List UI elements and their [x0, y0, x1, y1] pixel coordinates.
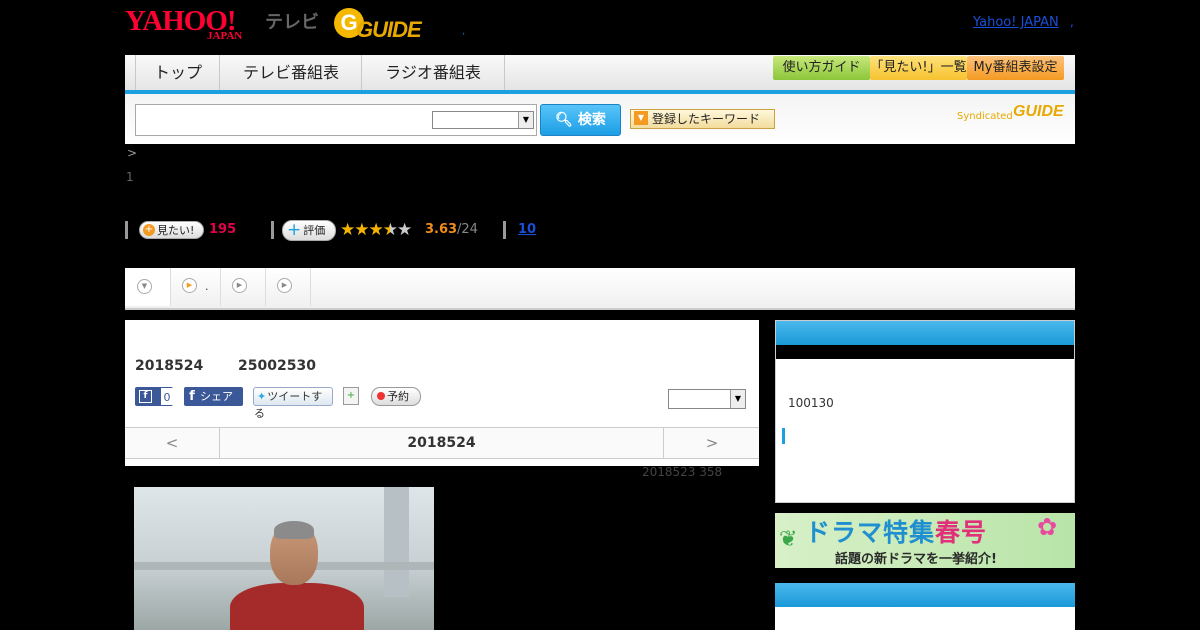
plus-icon: +: [287, 220, 302, 240]
yahoo-japan-logo[interactable]: YAHOO! JAPAN: [125, 6, 263, 42]
tab-video[interactable]: ▶ .: [170, 268, 221, 306]
sidebar-box-2: [775, 583, 1075, 630]
program-tab-strip: ▼ ▶ . ▶ ▶: [125, 268, 1075, 310]
breadcrumb: >: [127, 146, 138, 160]
reserve-label: 予約: [387, 390, 409, 403]
facebook-share-button[interactable]: f シェア: [184, 387, 243, 406]
leaf-icon: ❦: [779, 527, 798, 552]
next-day-button[interactable]: >: [663, 428, 760, 458]
chevron-down-icon: ▼: [730, 390, 745, 408]
air-date: 2018524: [135, 358, 204, 374]
drama-banner-subtitle: 話題の新ドラマを一挙紹介!: [835, 552, 997, 567]
dropdown-arrow-icon: ▼: [634, 111, 648, 125]
photo-background-pillar: [384, 487, 409, 597]
play-icon: ▶: [182, 278, 197, 293]
episode-photo: [134, 487, 434, 630]
gguide-logo[interactable]: G GUIDE: [334, 8, 434, 42]
facebook-icon: f: [189, 389, 195, 404]
chevron-down-icon: ▼: [137, 279, 152, 294]
syndicated-text: Syndicated: [957, 111, 1013, 122]
program-select[interactable]: ▼: [668, 389, 746, 409]
drama-banner-title-accent: 春号: [935, 518, 988, 547]
rating-value: 3.63: [425, 222, 458, 237]
search-icon: 🔍︎: [555, 112, 573, 128]
stat-divider: [125, 221, 128, 239]
drama-special-banner[interactable]: ❦ ドラマ特集春号 話題の新ドラマを一挙紹介! ✿: [775, 513, 1075, 568]
rerun-note: 2018523 358: [642, 465, 723, 479]
drama-banner-title-main: ドラマ特集: [805, 518, 936, 547]
facebook-like-count: 0: [161, 388, 173, 405]
saved-keywords-button[interactable]: ▼ 登録したキーワード: [630, 109, 775, 129]
star-icon: ★: [340, 220, 355, 240]
drama-banner-title: ドラマ特集春号: [805, 513, 987, 549]
current-day: 2018524: [407, 435, 476, 451]
tweet-button[interactable]: ✦ツイートする: [253, 387, 333, 420]
japan-wordmark: JAPAN: [207, 30, 243, 42]
mitai-count: 195: [209, 222, 237, 237]
star-icon: ★: [368, 220, 384, 240]
chevron-down-icon: ▼: [518, 112, 533, 128]
facebook-like-button[interactable]: f 0: [135, 387, 173, 406]
tab-2[interactable]: ▶: [220, 268, 266, 306]
reserve-recording-button[interactable]: 予約: [371, 387, 421, 406]
star-rating: ★★★★★: [340, 219, 412, 241]
sidebar-marker: [782, 428, 785, 444]
global-nav: トップ テレビ番組表 ラジオ番組表 使い方ガイド 「見たい!」一覧 My番組表設…: [125, 55, 1075, 94]
header-separator: ,: [462, 26, 466, 37]
search-button-label: 検索: [577, 112, 606, 128]
tab-label: .: [205, 280, 209, 293]
program-card: 2018524 25002530 f 0 f シェア ✦ツイートする + 予約 ▼…: [125, 320, 759, 466]
photo-person-body: [230, 583, 364, 630]
evaluate-button[interactable]: + 評価: [282, 220, 336, 241]
stat-divider: [503, 221, 506, 239]
plus-icon: +: [143, 224, 155, 236]
search-bar: ▼ 🔍︎ 検索 ▼ 登録したキーワード Syndicated GUIDE: [125, 94, 1075, 144]
nav-tab-top[interactable]: トップ: [135, 55, 220, 90]
tv-label: テレビ: [265, 12, 319, 33]
star-icon: ★: [354, 220, 369, 240]
twitter-bird-icon: ✦: [257, 390, 267, 403]
tab-3[interactable]: ▶: [265, 268, 311, 306]
facebook-share-label: シェア: [200, 390, 233, 403]
mitai-button[interactable]: + 見たい!: [139, 221, 204, 239]
day-navigation: < 2018524 >: [125, 427, 759, 459]
syndicated-gguide-wordmark: GUIDE: [1013, 103, 1064, 120]
nav-tab-tv-schedule[interactable]: テレビ番組表: [219, 55, 362, 90]
stat-divider: [271, 221, 274, 239]
half-star-icon: ★: [382, 220, 398, 240]
header-separator-2: ,: [1070, 15, 1074, 29]
play-icon: ▶: [277, 278, 292, 293]
tab-program-info[interactable]: ▼: [125, 268, 171, 306]
mitai-label: 見たい!: [157, 224, 195, 237]
record-dot-icon: [377, 392, 385, 400]
prev-day-button[interactable]: <: [125, 428, 220, 458]
syndicated-gguide-logo: Syndicated GUIDE: [957, 103, 1072, 129]
gguide-wordmark: GUIDE: [356, 17, 422, 42]
usage-guide-button[interactable]: 使い方ガイド: [773, 56, 870, 80]
facebook-icon: f: [139, 390, 152, 403]
nav-tab-radio-schedule[interactable]: ラジオ番組表: [361, 55, 505, 90]
flower-icon: ✿: [1037, 513, 1058, 541]
rating-count: /24: [457, 222, 478, 237]
play-icon: ▶: [232, 278, 247, 293]
saved-keywords-label: 登録したキーワード: [652, 112, 761, 126]
sidebar-box-2-header: [775, 583, 1075, 607]
search-category-select[interactable]: ▼: [432, 111, 534, 129]
review-count-link[interactable]: 10: [518, 222, 536, 237]
sidebar-text: 100130: [788, 396, 834, 410]
calendar-add-icon[interactable]: +: [343, 387, 359, 405]
sidebar-box-subheader: [776, 345, 1074, 359]
evaluate-label: 評価: [303, 224, 326, 237]
my-schedule-settings-button[interactable]: My番組表設定: [967, 56, 1064, 80]
sidebar-box-header: [776, 321, 1074, 345]
air-time: 25002530: [238, 358, 316, 374]
episode-number: 1: [126, 170, 134, 184]
yahoo-japan-link[interactable]: Yahoo! JAPAN: [973, 15, 1059, 30]
sidebar-info-box: 100130: [775, 320, 1075, 503]
search-button[interactable]: 🔍︎ 検索: [540, 104, 621, 136]
empty-star-icon: ★: [397, 220, 412, 240]
mitai-list-button[interactable]: 「見たい!」一覧: [870, 56, 967, 80]
photo-person-hair: [274, 521, 314, 539]
